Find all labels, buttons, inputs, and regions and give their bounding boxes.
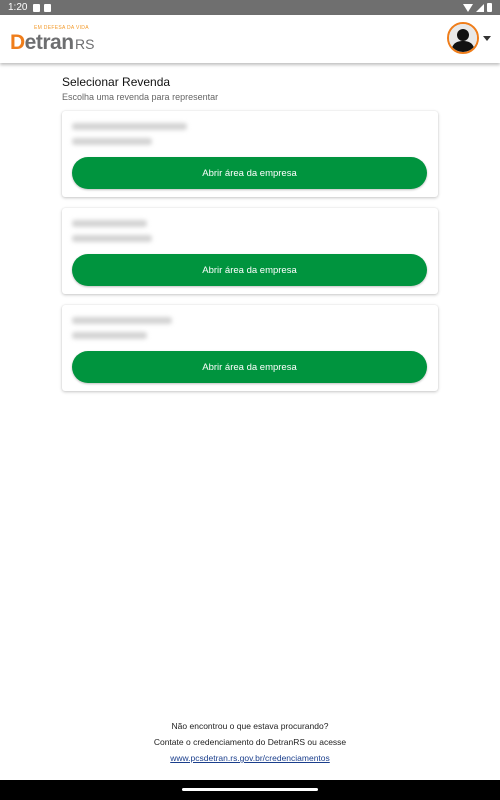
footer-contact-text: Contate o credenciamento do DetranRS ou …: [153, 737, 347, 747]
sim-card-icon: [33, 3, 41, 12]
redacted-company-id: [72, 332, 147, 339]
reseller-card: Abrir área da empresa: [62, 305, 438, 391]
logo-rs: RS: [75, 36, 95, 52]
open-company-area-button[interactable]: Abrir área da empresa: [72, 351, 427, 383]
reseller-card: Abrir área da empresa: [62, 208, 438, 294]
logo-detran-rest: etran: [24, 31, 74, 54]
notification-icon: [44, 3, 52, 12]
redacted-company-name: [72, 123, 187, 130]
redacted-company-name: [72, 220, 147, 227]
chevron-down-icon[interactable]: [483, 36, 491, 41]
page-title: Selecionar Revenda: [62, 75, 171, 89]
redacted-company-name: [72, 317, 172, 324]
credenciamento-link[interactable]: www.pcsdetran.rs.gov.br/credenciamentos: [0, 750, 500, 766]
wifi-icon: [463, 3, 473, 12]
footer: Não encontrou o que estava procurando? C…: [0, 718, 500, 766]
footer-question: Não encontrou o que estava procurando?: [171, 721, 329, 731]
reseller-card: Abrir área da empresa: [62, 111, 438, 197]
open-company-area-button[interactable]: Abrir área da empresa: [72, 157, 427, 189]
status-time: 1:20: [8, 2, 28, 13]
battery-icon: [487, 3, 492, 12]
open-company-area-button[interactable]: Abrir área da empresa: [72, 254, 427, 286]
home-gesture-handle[interactable]: [182, 788, 318, 791]
logo-detran: Detran: [10, 31, 74, 55]
app-header: EM DEFESA DA VIDA Detran RS: [0, 15, 500, 63]
user-avatar-icon[interactable]: [447, 22, 479, 54]
signal-icon: [476, 3, 484, 12]
redacted-company-id: [72, 235, 152, 242]
status-bar: 1:20: [0, 0, 500, 15]
detran-rs-logo[interactable]: EM DEFESA DA VIDA Detran RS: [10, 25, 100, 55]
redacted-company-id: [72, 138, 152, 145]
system-navigation-bar: [0, 780, 500, 800]
page-subtitle: Escolha uma revenda para representar: [62, 92, 219, 102]
logo-detran-first: D: [10, 31, 25, 54]
